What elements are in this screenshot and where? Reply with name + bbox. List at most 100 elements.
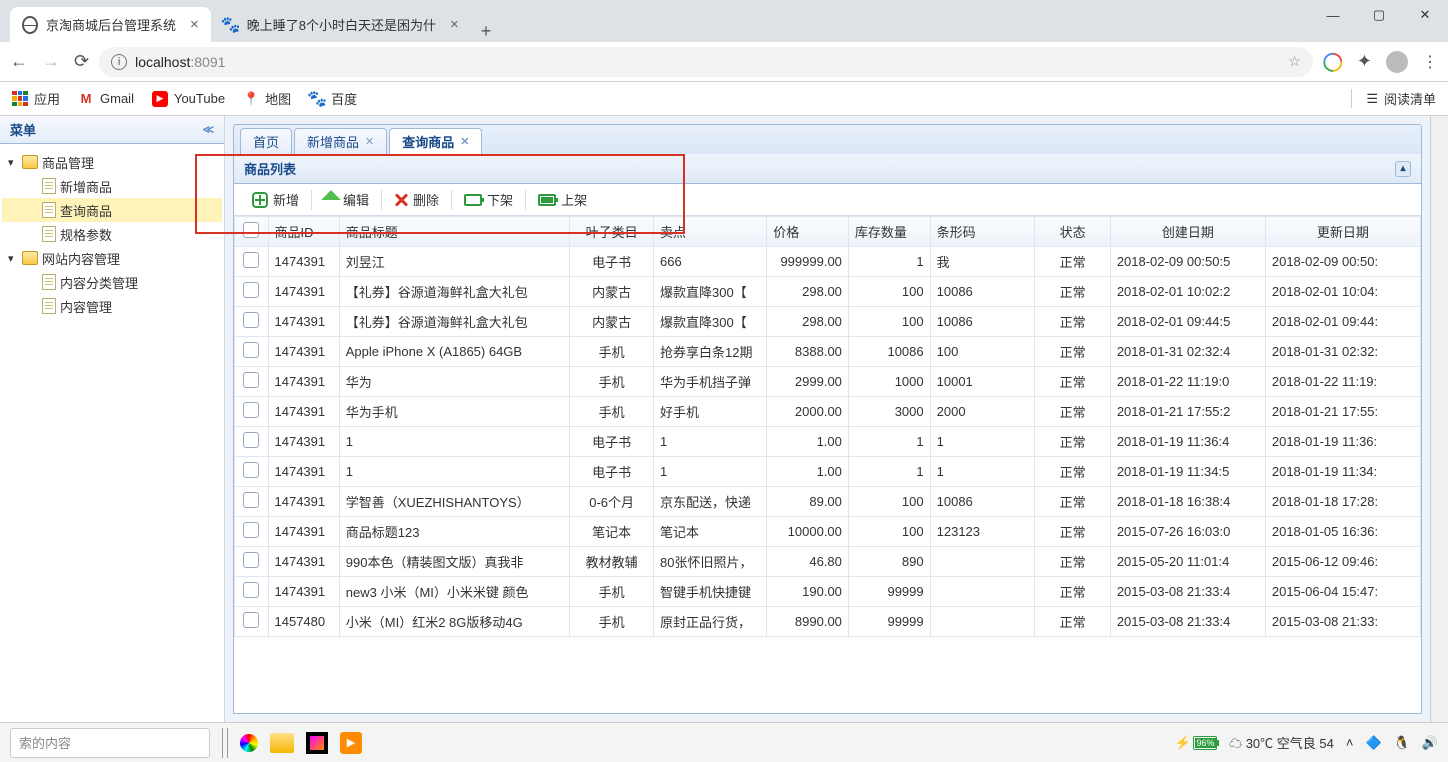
tree-node-spec-params[interactable]: 规格参数 [2,222,222,246]
close-icon[interactable]: × [190,16,199,33]
battery-indicator[interactable]: ⚡96% [1175,735,1217,751]
close-window-button[interactable]: ✕ [1402,0,1448,30]
tray-app-icon[interactable]: 🐧 [1394,735,1410,751]
col-header[interactable]: 价格 [767,217,849,247]
tree-node-products[interactable]: ▾商品管理 [2,150,222,174]
add-button[interactable]: 新增 [242,184,309,216]
tree-node-content-mgmt[interactable]: 内容管理 [2,294,222,318]
row-checkbox[interactable] [235,247,269,277]
app-tab-home[interactable]: 首页 [240,128,292,154]
row-checkbox[interactable] [235,607,269,637]
table-row[interactable]: 1474391刘昱江电子书666999999.001我正常2018-02-09 … [235,247,1421,277]
minimize-button[interactable]: — [1310,0,1356,30]
col-header[interactable]: 更新日期 [1265,217,1420,247]
col-header[interactable]: 卖点 [654,217,767,247]
col-header[interactable]: 叶子类目 [570,217,654,247]
col-header[interactable]: 库存数量 [848,217,930,247]
row-checkbox[interactable] [235,577,269,607]
ide-app-icon[interactable] [306,732,328,754]
row-checkbox[interactable] [235,487,269,517]
forward-button[interactable]: → [42,51,60,72]
table-row[interactable]: 1474391华为手机手机好手机2000.0030002000正常2018-01… [235,397,1421,427]
bookmark-maps[interactable]: 📍 地图 [243,89,291,108]
table-row[interactable]: 1474391【礼券】谷源道海鲜礼盒大礼包内蒙古爆款直降300【298.0010… [235,277,1421,307]
tree-node-content-category[interactable]: 内容分类管理 [2,270,222,294]
table-row[interactable]: 1474391Apple iPhone X (A1865) 64GB手机抢券享白… [235,337,1421,367]
close-icon[interactable]: ✕ [365,135,374,148]
address-bar[interactable]: i localhost:8091 ☆ [99,47,1313,77]
star-icon[interactable]: ☆ [1288,53,1301,70]
app-tab-query-product[interactable]: 查询商品✕ [389,128,482,154]
table-row[interactable]: 14743911电子书11.0011正常2018-01-19 11:34:520… [235,457,1421,487]
cell-point: 笔记本 [654,517,767,547]
col-header[interactable]: 商品标题 [339,217,569,247]
table-row[interactable]: 1474391商品标题123笔记本笔记本10000.00100123123正常2… [235,517,1421,547]
row-checkbox[interactable] [235,547,269,577]
col-header[interactable]: 条形码 [930,217,1035,247]
delete-button[interactable]: 删除 [384,184,449,216]
row-checkbox[interactable] [235,427,269,457]
volume-icon[interactable]: 🔊 [1422,735,1438,751]
extensions-button[interactable]: ✦ [1357,51,1372,72]
row-checkbox[interactable] [235,367,269,397]
bookmark-label: YouTube [174,91,225,106]
row-checkbox[interactable] [235,307,269,337]
browser-tab-0[interactable]: 京淘商城后台管理系统 × [10,7,211,42]
select-all-checkbox[interactable] [235,217,269,247]
col-header[interactable]: 商品ID [268,217,339,247]
reload-button[interactable]: ⟳ [74,51,89,72]
row-checkbox[interactable] [235,277,269,307]
table-row[interactable]: 1474391华为手机华为手机挡子弹2999.00100010001正常2018… [235,367,1421,397]
cell-point: 666 [654,247,767,277]
publish-button[interactable]: 上架 [528,184,597,216]
maximize-button[interactable]: ▢ [1356,0,1402,30]
menu-button[interactable]: ⋮ [1422,52,1438,72]
table-row[interactable]: 1474391new3 小米（MI）小米米键 颜色手机智键手机快捷键190.00… [235,577,1421,607]
data-grid[interactable]: 商品ID 商品标题 叶子类目 卖点 价格 库存数量 条形码 状态 创建日期 更新… [234,216,1421,713]
new-tab-button[interactable]: + [471,21,502,42]
table-row[interactable]: 1474391990本色（精装图文版）真我非教材教辅80张怀旧照片，46.808… [235,547,1421,577]
close-icon[interactable]: ✕ [460,135,469,148]
cell-title: 990本色（精装图文版）真我非 [339,547,569,577]
table-row[interactable]: 1457480小米（MI）红米2 8G版移动4G手机原封正品行货，8990.00… [235,607,1421,637]
tree-node-query-product[interactable]: 查询商品 [2,198,222,222]
bookmark-youtube[interactable]: ▶ YouTube [152,91,225,107]
collapse-sidebar-button[interactable]: ≪ [202,123,214,136]
tree-node-add-product[interactable]: 新增商品 [2,174,222,198]
bookmark-baidu[interactable]: 🐾 百度 [309,89,357,108]
close-icon[interactable]: × [450,16,459,33]
cell-id: 1474391 [268,367,339,397]
weather-widget[interactable]: ☁ 30℃ 空气良 54 [1229,733,1334,752]
profile-avatar[interactable] [1386,51,1408,73]
bookmark-gmail[interactable]: M Gmail [78,91,134,107]
table-row[interactable]: 1474391【礼券】谷源道海鲜礼盒大礼包内蒙古爆款直降300【298.0010… [235,307,1421,337]
row-checkbox[interactable] [235,397,269,427]
row-checkbox[interactable] [235,517,269,547]
col-header[interactable]: 创建日期 [1110,217,1265,247]
table-row[interactable]: 14743911电子书11.0011正常2018-01-19 11:36:420… [235,427,1421,457]
row-checkbox[interactable] [235,337,269,367]
vertical-scrollbar[interactable] [1430,116,1448,722]
app-tab-add-product[interactable]: 新增商品✕ [294,128,387,154]
drag-handle-icon[interactable] [222,728,228,758]
collapse-panel-button[interactable]: ▴ [1395,161,1411,177]
table-row[interactable]: 1474391学智善（XUEZHISHANTOYS）0-6个月京东配送，快递89… [235,487,1421,517]
browser-tab-1[interactable]: 🐾 晚上睡了8个小时白天还是困为什 × [211,7,471,42]
file-explorer-icon[interactable] [270,733,294,753]
edit-button[interactable]: 编辑 [314,184,379,216]
tray-app-icon[interactable]: 🔷 [1365,735,1381,751]
apps-button[interactable]: 应用 [12,89,60,108]
unpublish-button[interactable]: 下架 [454,184,523,216]
site-info-icon[interactable]: i [111,54,127,70]
back-button[interactable]: ← [10,51,28,72]
taskbar-search[interactable]: 索的内容 [10,728,210,758]
tree-node-site-content[interactable]: ▾网站内容管理 [2,246,222,270]
reading-list-button[interactable]: ☰ 阅读清单 [1351,89,1436,108]
row-checkbox[interactable] [235,457,269,487]
cell-status: 正常 [1035,487,1110,517]
media-app-icon[interactable]: ▶ [340,732,362,754]
extension-icon[interactable]: ◯ [1323,51,1343,72]
col-header[interactable]: 状态 [1035,217,1110,247]
chrome-app-icon[interactable] [240,734,258,752]
tray-chevron-icon[interactable]: ˄ [1346,735,1354,750]
